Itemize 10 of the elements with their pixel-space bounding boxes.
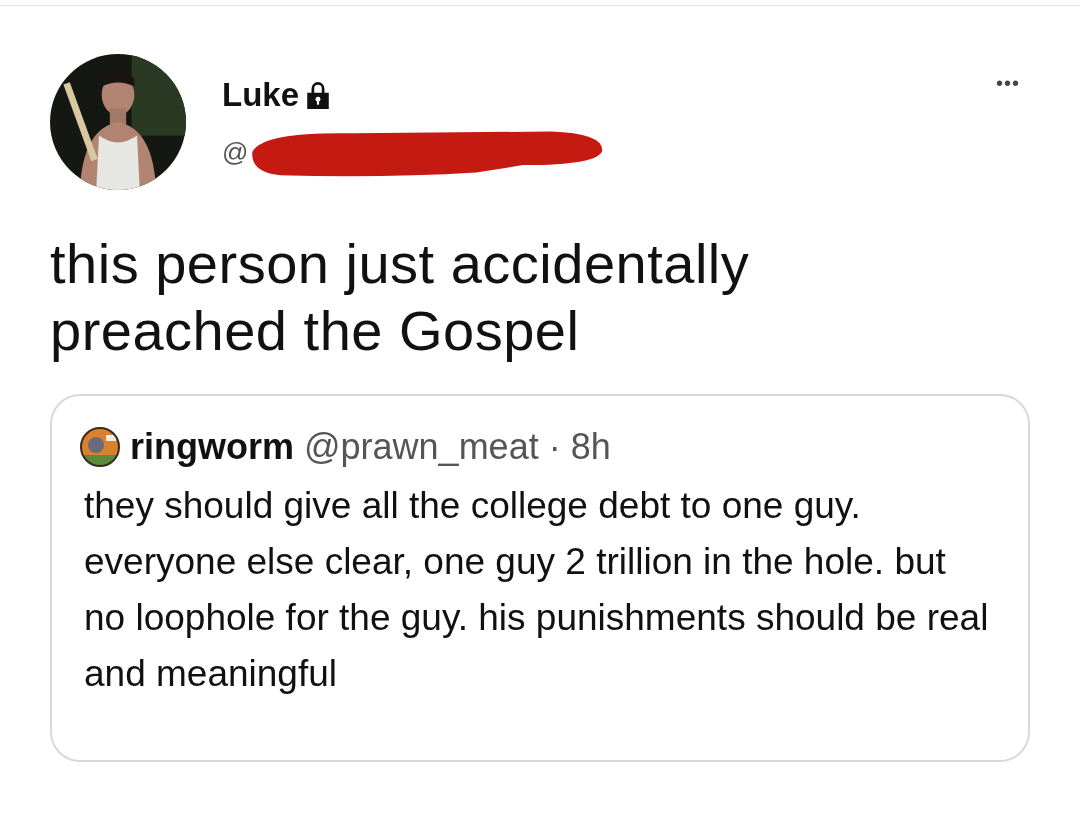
user-handle: @ <box>222 136 249 168</box>
tweet-text: this person just accidentally preached the Gospel <box>50 231 751 364</box>
quoted-user-name: ringworm <box>130 426 294 468</box>
user-name: Luke <box>222 76 300 114</box>
separator-dot: · <box>548 426 561 468</box>
quoted-user-handle: @prawn_meat <box>304 426 539 468</box>
timestamp: 8h <box>570 426 611 468</box>
more-options-button[interactable]: ••• <box>986 72 1030 95</box>
quoted-tweet-card[interactable] <box>50 394 1030 762</box>
quoted-tweet-text: they should give all the college debt to one guy. everyone else clear, one guy 2 trillion in the hole. but no loophole for the guy. his punishments should be real and meaningful <box>84 484 990 696</box>
